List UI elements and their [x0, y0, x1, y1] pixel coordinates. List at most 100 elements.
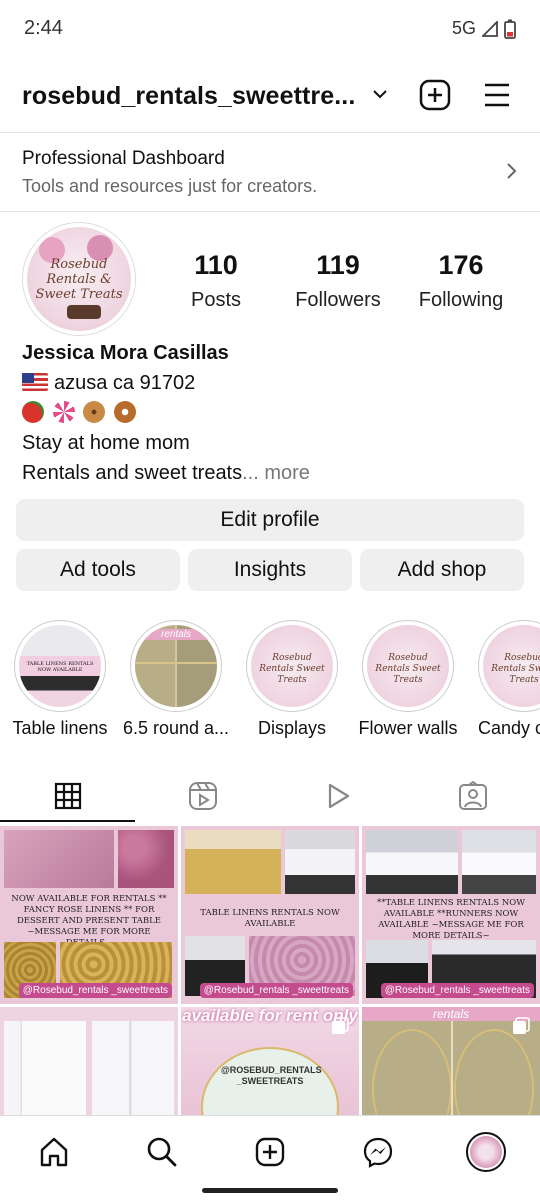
ad-tools-button[interactable]: Ad tools	[16, 549, 180, 591]
play-icon	[328, 783, 349, 809]
professional-dashboard[interactable]: Professional Dashboard Tools and resourc…	[0, 133, 540, 211]
following-count[interactable]: 176 Following	[406, 250, 516, 312]
chevron-down-icon[interactable]	[370, 84, 390, 104]
status-time: 2:44	[24, 17, 63, 39]
post-photo	[92, 1021, 174, 1115]
avatar[interactable]: Rosebud Rentals & Sweet Treats	[22, 222, 136, 336]
post-caption: TABLE LINENS RENTALS NOW AVAILABLE	[200, 908, 340, 929]
add-shop-button[interactable]: Add shop	[360, 549, 524, 591]
avatar-thumbnail	[470, 1136, 502, 1168]
highlight-displays[interactable]: Rosebud Rentals Sweet Treats Displays	[246, 620, 338, 738]
bio-text: Rentals and sweet treats	[22, 462, 243, 484]
more-link[interactable]: ... more	[242, 462, 310, 484]
stat-label: Following	[418, 289, 504, 311]
highlight-table-linens[interactable]: TABLE LINENS RENTALS NOW AVAILABLE Table…	[12, 620, 108, 738]
post-tile[interactable]: **TABLE LINENS RENTALS NOW AVAILABLE **R…	[362, 826, 540, 1004]
divider	[135, 661, 217, 664]
tagged-icon	[458, 781, 487, 810]
highlight-image: Rosebud Rentals Sweet Treats	[483, 625, 540, 707]
profile-header: rosebud_rentals_sweettre...	[0, 70, 540, 122]
us-flag-icon	[22, 373, 48, 391]
post-tile[interactable]	[0, 1007, 178, 1115]
messenger-icon	[363, 1137, 393, 1168]
menu-icon[interactable]	[482, 80, 512, 110]
post-photo	[118, 830, 174, 888]
highlight-candy[interactable]: Rosebud Rentals Sweet Treats Candy c	[478, 620, 540, 750]
highlight-label: Candy c	[478, 718, 540, 738]
pretzel-icon	[113, 401, 136, 423]
avatar-image: Rosebud Rentals & Sweet Treats	[27, 227, 131, 331]
battery-icon	[504, 19, 516, 39]
post-caption: NOW AVAILABLE FOR RENTALS ** FANCY ROSE …	[11, 894, 167, 948]
highlight-label: Flower walls	[358, 718, 458, 738]
post-tile[interactable]: rentals	[362, 1007, 540, 1115]
chevron-right-icon	[507, 163, 517, 179]
tab-videos[interactable]	[270, 770, 405, 822]
create-post-icon[interactable]	[418, 78, 452, 112]
multiple-photos-icon	[513, 1017, 530, 1034]
nav-create[interactable]	[248, 1130, 292, 1174]
highlight-label: Table linens	[12, 718, 108, 738]
tab-reels[interactable]	[135, 770, 270, 822]
post-handle: @Rosebud_rentals _sweettreats	[18, 983, 172, 998]
stat-number: 176	[438, 250, 484, 280]
stat-label: Followers	[295, 289, 381, 311]
post-handle: @Rosebud_rentals _sweettreats	[199, 983, 353, 998]
status-bar: 2:44 5G	[0, 0, 540, 60]
nav-profile[interactable]	[464, 1130, 508, 1174]
active-tab-indicator	[0, 820, 135, 822]
location-line: azusa ca 91702	[22, 368, 310, 398]
post-photo	[4, 1021, 86, 1115]
home-indicator	[202, 1188, 338, 1193]
cookie-icon	[83, 401, 106, 423]
post-handle: @Rosebud_rentals _sweettreats	[380, 983, 534, 998]
location-text: azusa ca 91702	[54, 372, 196, 394]
highlight-image: rentals	[135, 625, 217, 707]
signal-icon	[482, 20, 498, 37]
post-photo	[285, 830, 355, 894]
insights-button[interactable]: Insights	[188, 549, 352, 591]
bio-line: Stay at home mom	[22, 432, 190, 454]
profile-avatar-icon	[466, 1132, 506, 1172]
post-photo	[185, 830, 281, 894]
bio-line-truncated: Rentals and sweet treats... more	[22, 458, 310, 488]
multiple-photos-icon	[332, 1017, 349, 1034]
profile-tabs	[0, 770, 540, 822]
nav-messenger[interactable]	[356, 1130, 400, 1174]
avatar-logo-text: Rosebud Rentals & Sweet Treats	[35, 257, 123, 302]
post-tile[interactable]: TABLE LINENS RENTALS NOW AVAILABLE @Rose…	[181, 826, 359, 1004]
display-name: Jessica Mora Casillas	[22, 342, 229, 364]
posts-count[interactable]: 110 Posts	[161, 250, 271, 312]
highlight-pic-text: Rosebud Rentals Sweet Treats	[259, 653, 325, 685]
status-icons: 5G	[452, 18, 516, 39]
highlight-image: TABLE LINENS RENTALS NOW AVAILABLE	[19, 625, 101, 707]
edit-profile-button[interactable]: Edit profile	[16, 499, 524, 541]
highlight-flower-walls[interactable]: Rosebud Rentals Sweet Treats Flower wall…	[358, 620, 458, 738]
highlight-ring: rentals	[130, 620, 222, 712]
reels-icon	[188, 782, 217, 810]
nav-home[interactable]	[32, 1130, 76, 1174]
stat-number: 119	[316, 250, 360, 280]
followers-count[interactable]: 119 Followers	[283, 250, 393, 312]
grid-icon	[54, 782, 81, 810]
post-tile[interactable]: available for rent only @ROSEBUD_RENTALS…	[181, 1007, 359, 1115]
highlight-ring: Rosebud Rentals Sweet Treats	[362, 620, 454, 712]
highlight-image: Rosebud Rentals Sweet Treats	[367, 625, 449, 707]
stat-label: Posts	[190, 289, 242, 311]
highlight-round-arch[interactable]: rentals 6.5 round a...	[123, 620, 229, 738]
highlight-label: Displays	[257, 718, 327, 738]
highlight-label: 6.5 round a...	[122, 718, 230, 738]
highlight-ring: Rosebud Rentals Sweet Treats	[478, 620, 540, 712]
sweets-decoration	[67, 305, 101, 319]
nav-search[interactable]	[140, 1130, 184, 1174]
username-switcher[interactable]: rosebud_rentals_sweettre...	[22, 82, 355, 111]
highlight-pic-text: TABLE LINENS RENTALS NOW AVAILABLE	[26, 661, 94, 673]
network-label: 5G	[451, 18, 476, 38]
tab-grid[interactable]	[0, 770, 135, 822]
post-tile[interactable]: NOW AVAILABLE FOR RENTALS ** FANCY ROSE …	[0, 826, 178, 1004]
search-icon	[147, 1137, 177, 1167]
home-icon	[40, 1137, 68, 1167]
post-photo	[366, 830, 458, 894]
tab-tagged[interactable]	[405, 770, 540, 822]
strawberry-icon	[22, 401, 44, 423]
